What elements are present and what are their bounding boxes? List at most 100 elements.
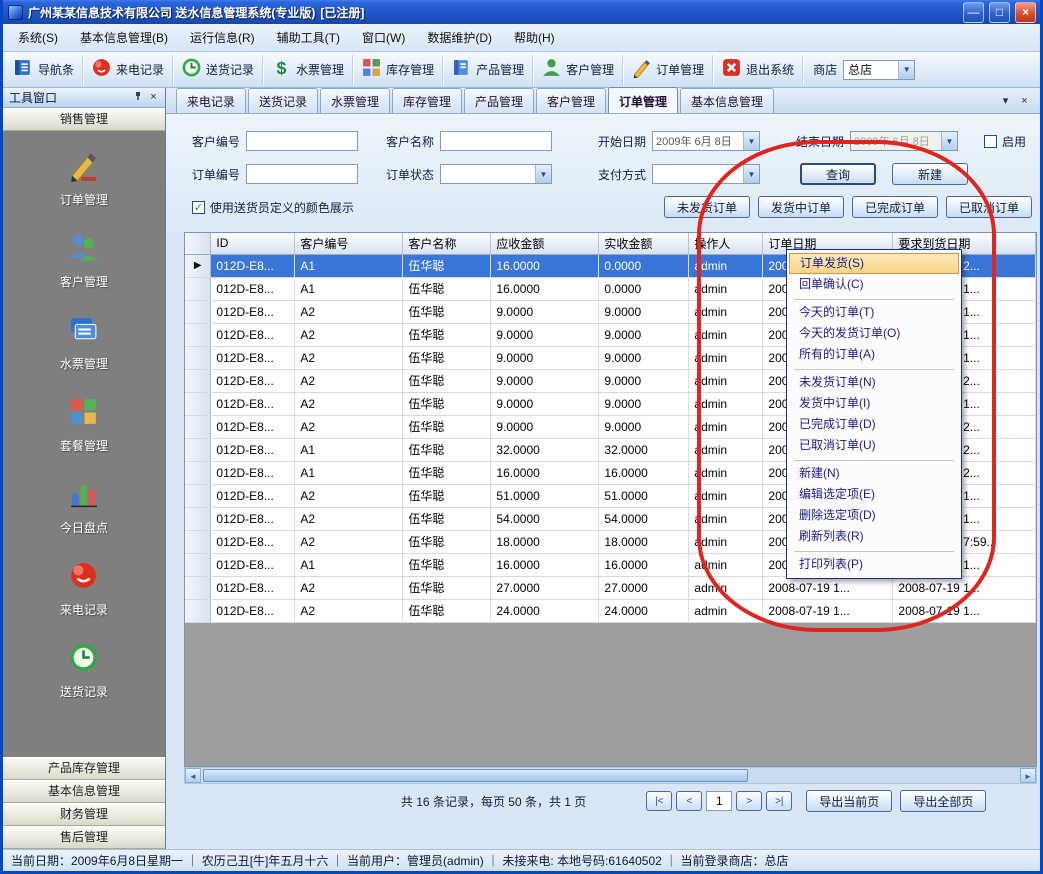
sidebar-item-packages[interactable]: 套餐管理: [3, 395, 165, 454]
tab-customers[interactable]: 客户管理: [536, 88, 606, 113]
row-selector[interactable]: [185, 438, 211, 461]
scroll-left-icon[interactable]: ◄: [185, 768, 201, 783]
context-menu-item[interactable]: 打印列表(P): [789, 554, 959, 575]
chevron-down-icon[interactable]: ▼: [898, 61, 914, 79]
order-no-input[interactable]: [246, 164, 358, 184]
row-selector[interactable]: [185, 323, 211, 346]
query-button[interactable]: 查询: [800, 163, 876, 185]
enable-checkbox[interactable]: [984, 135, 997, 148]
new-button[interactable]: 新建: [892, 163, 968, 185]
menu-system[interactable]: 系统(S): [7, 24, 69, 51]
toolbar-inventory[interactable]: 库存管理: [353, 55, 443, 85]
row-selector[interactable]: [185, 461, 211, 484]
toolbar-orders[interactable]: 订单管理: [623, 55, 713, 85]
toolbar-delivery-records[interactable]: 送货记录: [173, 55, 263, 85]
scroll-right-icon[interactable]: ►: [1020, 768, 1036, 783]
menu-run-info[interactable]: 运行信息(R): [179, 24, 266, 51]
table-row[interactable]: 012D-E8... A2 伍华聪 24.0000 24.0000 admin …: [185, 599, 1036, 622]
row-selector[interactable]: [185, 599, 211, 622]
sidebar-item-daily-count[interactable]: 今日盘点: [3, 477, 165, 536]
page-number-input[interactable]: [706, 791, 732, 811]
toolbar-products[interactable]: 产品管理: [443, 55, 533, 85]
tab-deliveries[interactable]: 送货记录: [248, 88, 318, 113]
tab-orders[interactable]: 订单管理: [608, 87, 678, 113]
row-selector[interactable]: [185, 392, 211, 415]
sidebar-group-product-stock[interactable]: 产品库存管理: [3, 757, 165, 780]
close-button[interactable]: ×: [1015, 2, 1036, 23]
tab-inventory[interactable]: 库存管理: [392, 88, 462, 113]
prev-page-button[interactable]: <: [676, 791, 702, 811]
chevron-down-icon[interactable]: ▼: [941, 132, 957, 150]
row-selector[interactable]: [185, 507, 211, 530]
customer-no-input[interactable]: [246, 131, 358, 151]
tab-list-dropdown-icon[interactable]: ▾: [997, 92, 1014, 109]
toolbar-exit[interactable]: 退出系统: [713, 55, 803, 85]
context-menu-item[interactable]: 已取消订单(U): [789, 435, 959, 456]
menu-aux-tools[interactable]: 辅助工具(T): [266, 24, 351, 51]
horizontal-scrollbar[interactable]: ◄ ►: [184, 767, 1037, 784]
context-menu-item[interactable]: [794, 296, 954, 300]
row-selector[interactable]: ▶: [185, 254, 211, 277]
context-menu-item[interactable]: 删除选定项(D): [789, 505, 959, 526]
col-operator[interactable]: 操作人: [689, 233, 763, 254]
close-icon[interactable]: ×: [146, 90, 161, 105]
driver-color-checkbox[interactable]: ✓: [192, 201, 205, 214]
context-menu-item[interactable]: 发货中订单(I): [789, 393, 959, 414]
sidebar-item-orders[interactable]: 订单管理: [3, 149, 165, 208]
maximize-button[interactable]: □: [989, 2, 1010, 23]
sidebar-group-after-sales[interactable]: 售后管理: [3, 826, 165, 849]
tab-basic-info[interactable]: 基本信息管理: [680, 88, 774, 113]
next-page-button[interactable]: >: [736, 791, 762, 811]
context-menu-item[interactable]: 已完成订单(D): [789, 414, 959, 435]
col-customer-no[interactable]: 客户编号: [295, 233, 403, 254]
tab-close-icon[interactable]: ×: [1016, 92, 1033, 109]
filter-completed-button[interactable]: 已完成订单: [852, 196, 938, 218]
context-menu-item[interactable]: 订单发货(S): [789, 253, 959, 274]
toolbar-customers[interactable]: 客户管理: [533, 55, 623, 85]
toolbar-incoming-calls[interactable]: 来电记录: [83, 55, 173, 85]
row-selector[interactable]: [185, 553, 211, 576]
sidebar-item-deliveries[interactable]: 送货记录: [3, 641, 165, 700]
context-menu-item[interactable]: 今天的订单(T): [789, 302, 959, 323]
context-menu-item[interactable]: 未发货订单(N): [789, 372, 959, 393]
customer-name-input[interactable]: [440, 131, 552, 151]
filter-unshipped-button[interactable]: 未发货订单: [664, 196, 750, 218]
row-selector[interactable]: [185, 277, 211, 300]
row-selector[interactable]: [185, 346, 211, 369]
last-page-button[interactable]: >|: [766, 791, 792, 811]
row-selector[interactable]: [185, 484, 211, 507]
export-current-page-button[interactable]: 导出当前页: [806, 790, 892, 812]
sidebar-item-incoming-calls[interactable]: 来电记录: [3, 559, 165, 618]
row-selector[interactable]: [185, 415, 211, 438]
sidebar-group-basic-info[interactable]: 基本信息管理: [3, 780, 165, 803]
row-selector[interactable]: [185, 369, 211, 392]
pin-icon[interactable]: [131, 90, 146, 105]
minimize-button[interactable]: —: [963, 2, 984, 23]
menu-help[interactable]: 帮助(H): [503, 24, 566, 51]
export-all-pages-button[interactable]: 导出全部页: [900, 790, 986, 812]
row-selector[interactable]: [185, 300, 211, 323]
context-menu-item[interactable]: [794, 457, 954, 461]
context-menu-item[interactable]: 刷新列表(R): [789, 526, 959, 547]
context-menu-item[interactable]: 回单确认(C): [789, 274, 959, 295]
context-menu-item[interactable]: 今天的发货订单(O): [789, 323, 959, 344]
chevron-down-icon[interactable]: ▼: [743, 165, 759, 183]
tab-water-tickets[interactable]: 水票管理: [320, 88, 390, 113]
col-amount-paid[interactable]: 实收金额: [599, 233, 689, 254]
sidebar-group-finance[interactable]: 财务管理: [3, 803, 165, 826]
filter-cancelled-button[interactable]: 已取消订单: [946, 196, 1032, 218]
row-selector[interactable]: [185, 576, 211, 599]
order-status-dropdown[interactable]: ▼: [440, 164, 552, 184]
tab-incoming-calls[interactable]: 来电记录: [176, 88, 246, 113]
payment-dropdown[interactable]: ▼: [652, 164, 760, 184]
menu-window[interactable]: 窗口(W): [351, 24, 416, 51]
context-menu-item[interactable]: 新建(N): [789, 463, 959, 484]
store-dropdown[interactable]: 总店 ▼: [843, 60, 915, 80]
menu-data-maint[interactable]: 数据维护(D): [416, 24, 503, 51]
filter-shipping-button[interactable]: 发货中订单: [758, 196, 844, 218]
context-menu-item[interactable]: [794, 366, 954, 370]
context-menu-item[interactable]: 所有的订单(A): [789, 344, 959, 365]
chevron-down-icon[interactable]: ▼: [743, 132, 759, 150]
start-date-picker[interactable]: 2009年 6月 8日 ▼: [652, 131, 760, 151]
toolbar-navigator[interactable]: 导航条: [5, 55, 83, 85]
